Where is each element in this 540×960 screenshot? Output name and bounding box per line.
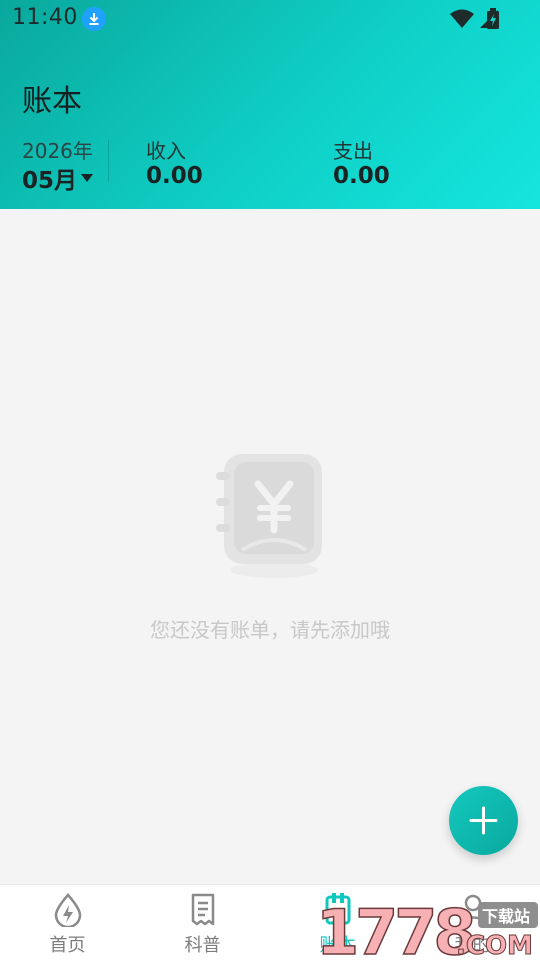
expense-label: 支出	[333, 139, 373, 163]
receipt-icon	[191, 893, 214, 926]
status-bar: 11:40	[0, 0, 540, 38]
year-label[interactable]: 2026年	[22, 135, 93, 164]
svg-text:.COM: .COM	[456, 931, 533, 960]
header: 11:40 账本 2026年 05月 收入 0.00 支出 0.00	[0, 0, 540, 209]
page-title: 账本	[22, 84, 82, 119]
drop-bolt-icon	[54, 893, 81, 927]
battery-icon	[487, 8, 499, 29]
svg-text:1778: 1778	[316, 896, 473, 960]
add-bill-button[interactable]	[449, 786, 518, 855]
site-watermark-logo: 1778 .COM 下载站	[316, 895, 538, 960]
tab-label: 科普	[184, 935, 221, 956]
empty-ledger-icon	[216, 454, 322, 578]
month-selector[interactable]: 05月	[22, 161, 94, 195]
expense-value: 0.00	[333, 163, 390, 189]
tab-label: 首页	[49, 935, 86, 956]
plus-icon	[469, 806, 498, 835]
header-divider	[108, 140, 109, 182]
income-value: 0.00	[146, 163, 203, 189]
income-label: 收入	[146, 139, 186, 163]
caret-down-icon	[81, 174, 94, 182]
tab-home[interactable]: 首页	[0, 885, 135, 960]
status-time: 11:40	[12, 5, 78, 30]
tab-science[interactable]: 科普	[135, 885, 270, 960]
wifi-icon	[450, 9, 474, 28]
empty-message: 您还没有账单，请先添加哦	[150, 618, 390, 642]
svg-text:下载站: 下载站	[482, 907, 530, 926]
month-value: 05月	[22, 168, 78, 194]
download-icon	[82, 7, 106, 31]
